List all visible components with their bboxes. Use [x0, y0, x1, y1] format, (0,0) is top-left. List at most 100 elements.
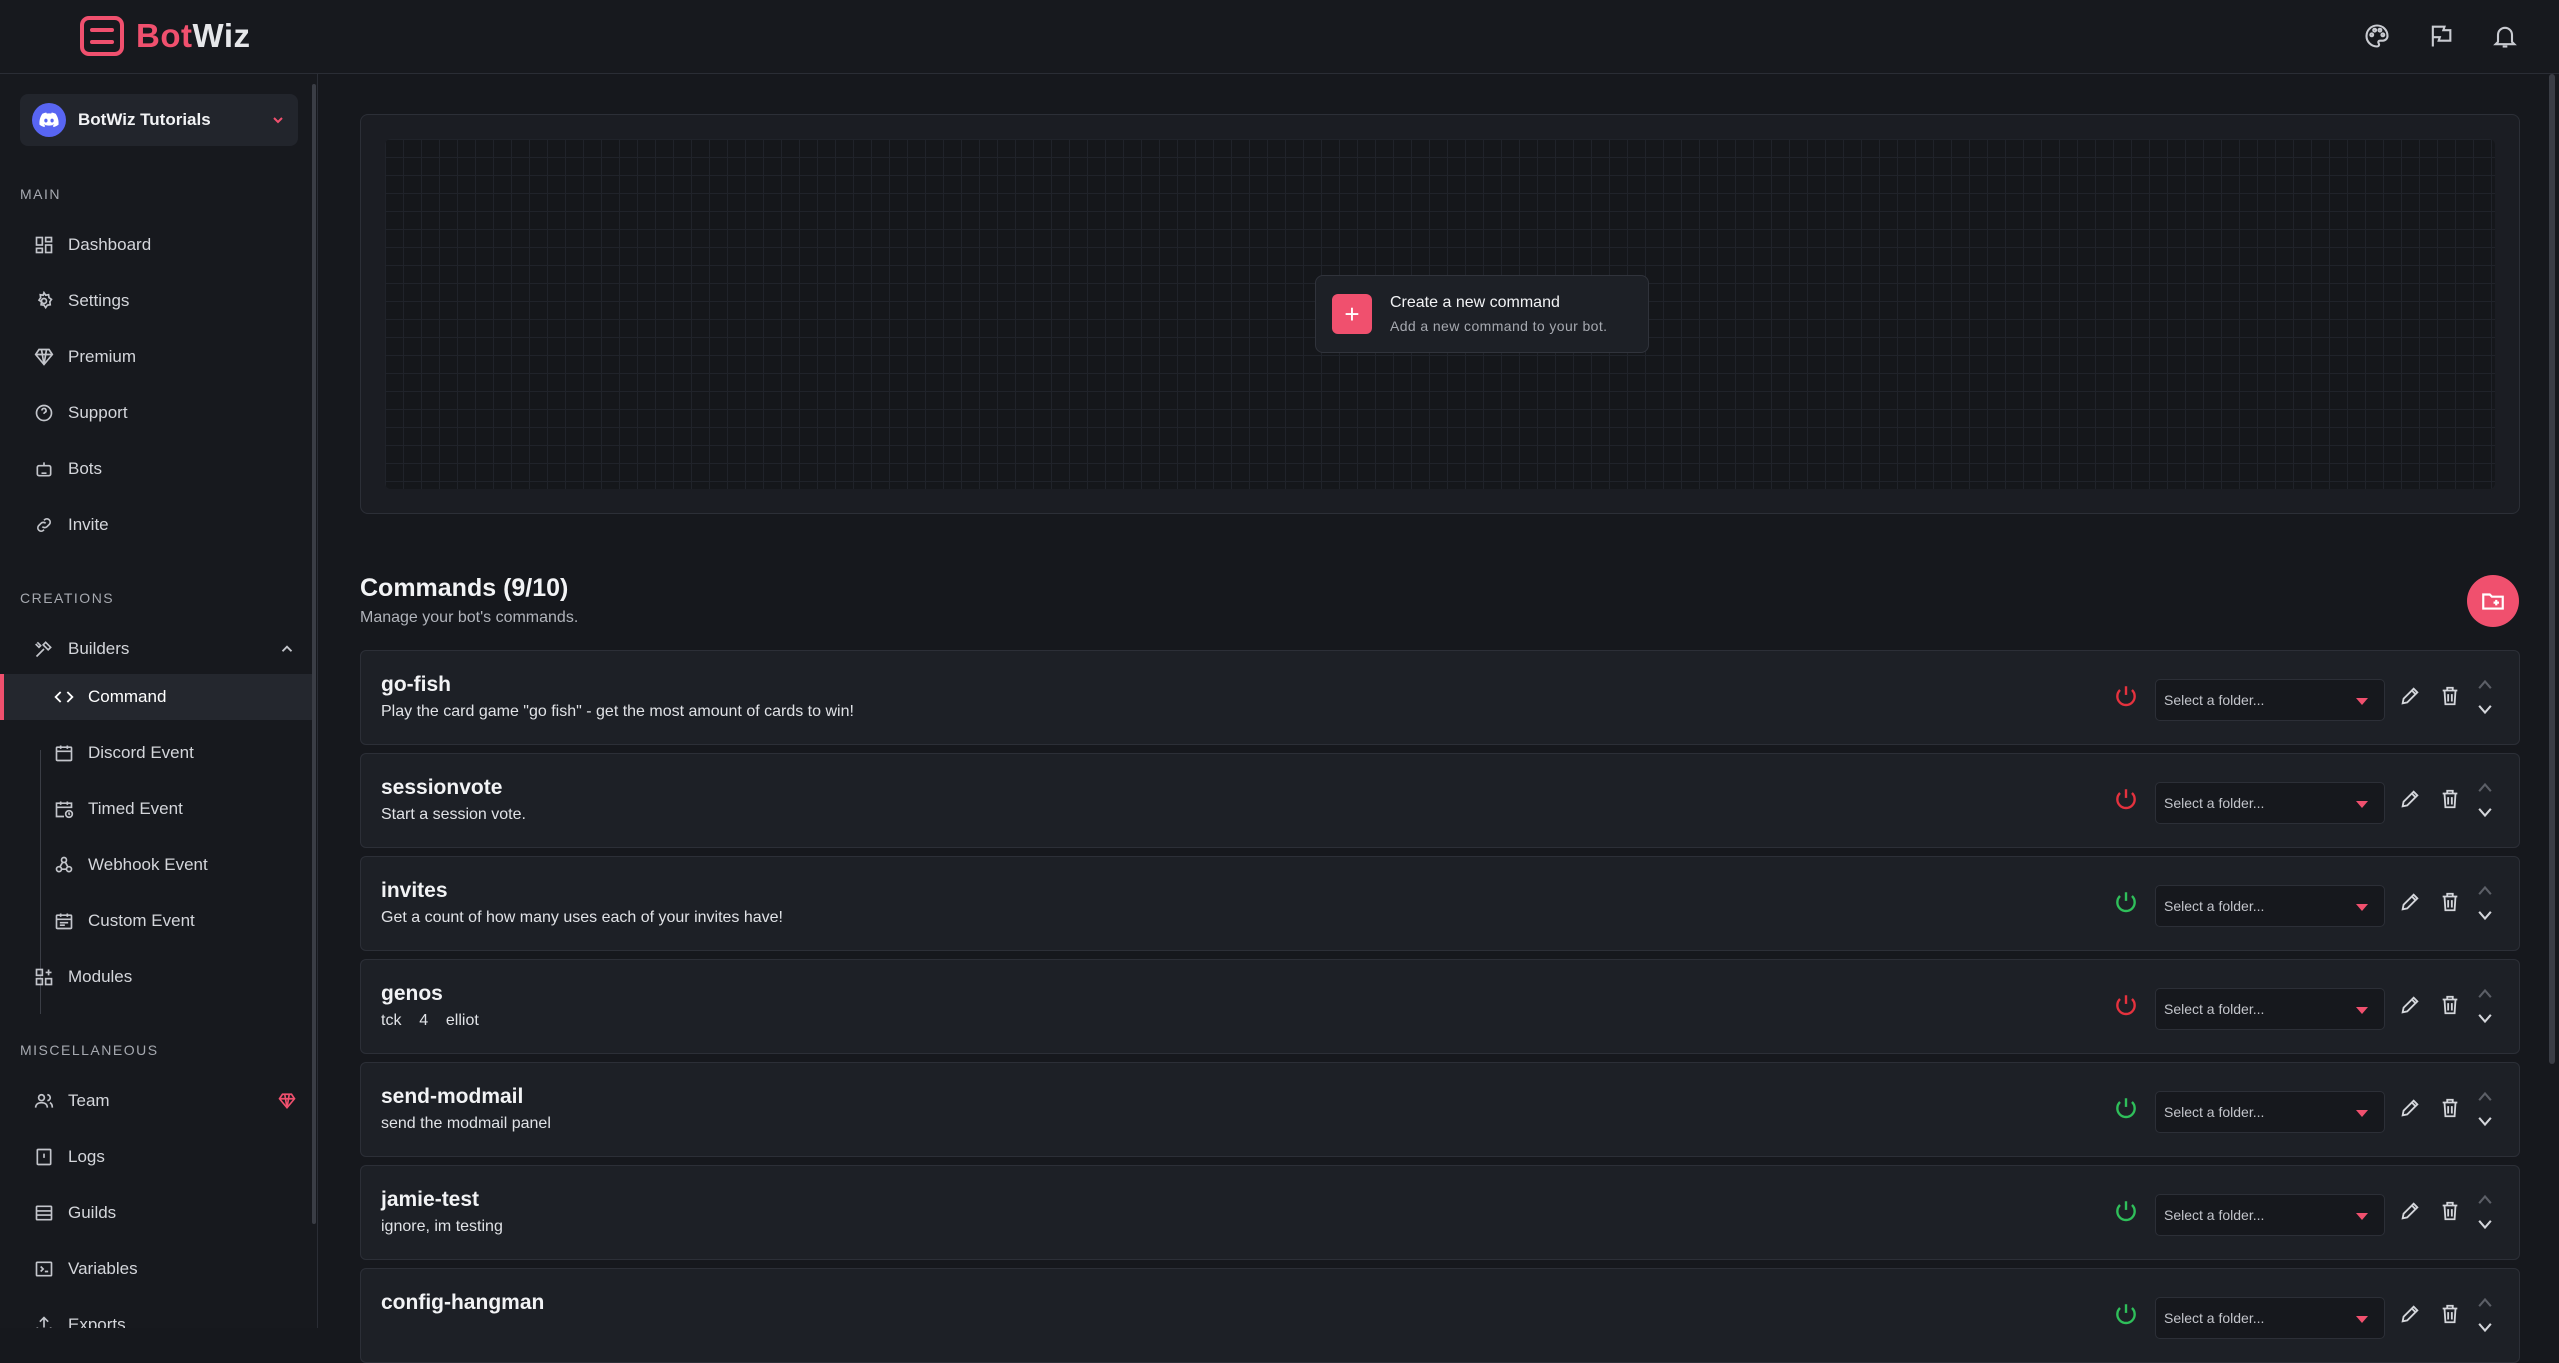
- exports-icon: [36, 1316, 52, 1328]
- trash-icon[interactable]: [2439, 1200, 2461, 1222]
- folder-select[interactable]: Select a folder...: [2155, 1194, 2385, 1236]
- sidebar-item-label: Guilds: [68, 1203, 117, 1222]
- pencil-icon[interactable]: [2399, 788, 2421, 810]
- trash-icon[interactable]: [2439, 685, 2461, 707]
- commands-subtitle: Manage your bot's commands.: [360, 609, 579, 626]
- create-folder-button[interactable]: [2467, 575, 2519, 627]
- sidebar-item-logs[interactable]: Logs: [0, 1134, 312, 1180]
- power-toggle-icon[interactable]: [2113, 683, 2139, 709]
- sidebar-item-label: Bots: [68, 459, 103, 478]
- move-up-icon[interactable]: [2475, 780, 2495, 794]
- move-down-icon[interactable]: [2475, 909, 2495, 923]
- command-name: invites: [381, 879, 448, 902]
- folder-select-placeholder: Select a folder...: [2164, 898, 2265, 914]
- trash-icon[interactable]: [2439, 994, 2461, 1016]
- move-down-icon[interactable]: [2475, 1115, 2495, 1129]
- sidebar-item-variables[interactable]: Variables: [0, 1246, 312, 1292]
- caret-down-icon: [2356, 1110, 2368, 1117]
- power-toggle-icon[interactable]: [2113, 1301, 2139, 1327]
- bell-icon[interactable]: [2491, 22, 2519, 50]
- create-command-button[interactable]: + Create a new command Add a new command…: [1315, 275, 1649, 353]
- move-down-icon[interactable]: [2475, 1012, 2495, 1026]
- server-selector[interactable]: BotWiz Tutorials: [20, 94, 298, 146]
- power-toggle-icon[interactable]: [2113, 786, 2139, 812]
- folder-select[interactable]: Select a folder...: [2155, 1091, 2385, 1133]
- botwiz-logo[interactable]: BotWiz: [80, 16, 251, 56]
- sidebar-item-label: Command: [88, 687, 167, 706]
- move-down-icon[interactable]: [2475, 1218, 2495, 1232]
- move-up-icon[interactable]: [2475, 1295, 2495, 1309]
- move-down-icon[interactable]: [2475, 703, 2495, 717]
- sidebar-item-timed-event[interactable]: Timed Event: [0, 786, 312, 832]
- folder-select[interactable]: Select a folder...: [2155, 782, 2385, 824]
- command-name: go-fish: [381, 673, 451, 696]
- sidebar-item-team[interactable]: Team: [0, 1078, 312, 1124]
- move-down-icon[interactable]: [2475, 1321, 2495, 1335]
- sidebar-item-settings[interactable]: Settings: [0, 278, 312, 324]
- palette-icon[interactable]: [2363, 22, 2391, 50]
- guilds-icon: [35, 1205, 53, 1221]
- move-up-icon[interactable]: [2475, 677, 2495, 691]
- sidebar-item-discord-event[interactable]: Discord Event: [0, 730, 312, 776]
- sidebar-item-command[interactable]: Command: [0, 674, 312, 720]
- sidebar-item-webhook-event[interactable]: Webhook Event: [0, 842, 312, 888]
- command-row: send-modmail send the modmail panel Select…: [360, 1062, 2520, 1157]
- sidebar-item-builders[interactable]: Builders: [0, 626, 312, 672]
- move-up-icon[interactable]: [2475, 883, 2495, 897]
- discord-icon: [32, 103, 66, 137]
- move-up-icon[interactable]: [2475, 1089, 2495, 1103]
- power-toggle-icon[interactable]: [2113, 889, 2139, 915]
- trash-icon[interactable]: [2439, 1303, 2461, 1325]
- power-toggle-icon[interactable]: [2113, 1095, 2139, 1121]
- trash-icon[interactable]: [2439, 788, 2461, 810]
- move-up-icon[interactable]: [2475, 986, 2495, 1000]
- power-toggle-icon[interactable]: [2113, 1198, 2139, 1224]
- pencil-icon[interactable]: [2399, 1200, 2421, 1222]
- sidebar-item-guilds[interactable]: Guilds: [0, 1190, 312, 1236]
- folder-select[interactable]: Select a folder...: [2155, 885, 2385, 927]
- logs-icon: [36, 1148, 52, 1166]
- sidebar-item-dashboard[interactable]: Dashboard: [0, 222, 312, 268]
- sidebar-item-support[interactable]: Support: [0, 390, 312, 436]
- command-name: send-modmail: [381, 1085, 524, 1108]
- sidebar-item-exports[interactable]: Exports: [0, 1302, 312, 1328]
- power-toggle-icon[interactable]: [2113, 992, 2139, 1018]
- create-command-subtitle: Add a new command to your bot.: [1390, 318, 1608, 334]
- botwiz-logo-icon: [80, 16, 124, 56]
- move-up-icon[interactable]: [2475, 1192, 2495, 1206]
- pencil-icon[interactable]: [2399, 1303, 2421, 1325]
- sidebar-scrollbar[interactable]: [312, 84, 316, 1224]
- modules-icon: [35, 968, 53, 986]
- folder-select-placeholder: Select a folder...: [2164, 1104, 2265, 1120]
- command-row: go-fish Play the card game "go fish" - ge…: [360, 650, 2520, 745]
- sidebar-item-label: Timed Event: [88, 799, 183, 818]
- command-row: jamie-test ignore, im testing Select a fol…: [360, 1165, 2520, 1260]
- premium-diamond-icon: [278, 1093, 296, 1110]
- pencil-icon[interactable]: [2399, 994, 2421, 1016]
- sidebar-item-label: Webhook Event: [88, 855, 208, 874]
- pencil-icon[interactable]: [2399, 685, 2421, 707]
- pencil-icon[interactable]: [2399, 1097, 2421, 1119]
- pencil-icon[interactable]: [2399, 891, 2421, 913]
- folder-select[interactable]: Select a folder...: [2155, 679, 2385, 721]
- command-row: genos tck 4 elliot Select a folder...: [360, 959, 2520, 1054]
- command-name: genos: [381, 982, 443, 1005]
- main-scrollbar[interactable]: [2549, 74, 2555, 1064]
- plus-icon: +: [1332, 294, 1372, 334]
- sidebar-item-modules[interactable]: Modules: [0, 954, 312, 1000]
- sidebar-item-label: Custom Event: [88, 911, 195, 930]
- sidebar-item-premium[interactable]: Premium: [0, 334, 312, 380]
- trash-icon[interactable]: [2439, 891, 2461, 913]
- sidebar-item-invite[interactable]: Invite: [0, 502, 312, 548]
- command-row: sessionvote Start a session vote. Select a…: [360, 753, 2520, 848]
- folder-select[interactable]: Select a folder...: [2155, 1297, 2385, 1339]
- move-down-icon[interactable]: [2475, 806, 2495, 820]
- sidebar-item-bots[interactable]: Bots: [0, 446, 312, 492]
- caret-down-icon: [2356, 698, 2368, 705]
- folder-select[interactable]: Select a folder...: [2155, 988, 2385, 1030]
- code-icon: [54, 691, 74, 703]
- help-icon: [35, 404, 53, 422]
- sidebar-item-custom-event[interactable]: Custom Event: [0, 898, 312, 944]
- trash-icon[interactable]: [2439, 1097, 2461, 1119]
- flag-icon[interactable]: [2427, 22, 2455, 50]
